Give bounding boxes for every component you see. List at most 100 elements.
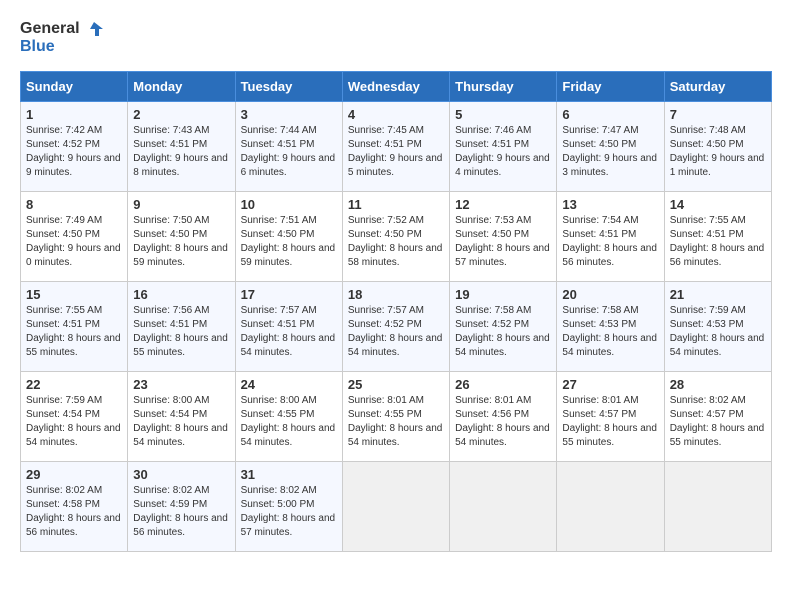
- cell-info: Sunrise: 7:59 AM Sunset: 4:53 PM Dayligh…: [670, 304, 766, 360]
- cell-info: Sunrise: 7:53 AM Sunset: 4:50 PM Dayligh…: [455, 214, 551, 270]
- cell-info: Sunrise: 7:54 AM Sunset: 4:51 PM Dayligh…: [562, 214, 658, 270]
- day-number: 28: [670, 377, 766, 392]
- weekday-header: Tuesday: [235, 72, 342, 102]
- calendar-week-row: 15 Sunrise: 7:55 AM Sunset: 4:51 PM Dayl…: [21, 282, 772, 372]
- calendar-cell: 11 Sunrise: 7:52 AM Sunset: 4:50 PM Dayl…: [342, 192, 449, 282]
- cell-info: Sunrise: 7:58 AM Sunset: 4:53 PM Dayligh…: [562, 304, 658, 360]
- calendar-cell: 8 Sunrise: 7:49 AM Sunset: 4:50 PM Dayli…: [21, 192, 128, 282]
- cell-info: Sunrise: 8:02 AM Sunset: 4:58 PM Dayligh…: [26, 484, 122, 540]
- cell-info: Sunrise: 8:02 AM Sunset: 4:59 PM Dayligh…: [133, 484, 229, 540]
- cell-info: Sunrise: 8:01 AM Sunset: 4:55 PM Dayligh…: [348, 394, 444, 450]
- calendar-cell: 25 Sunrise: 8:01 AM Sunset: 4:55 PM Dayl…: [342, 372, 449, 462]
- day-number: 19: [455, 287, 551, 302]
- calendar-cell: 1 Sunrise: 7:42 AM Sunset: 4:52 PM Dayli…: [21, 102, 128, 192]
- cell-info: Sunrise: 8:02 AM Sunset: 4:57 PM Dayligh…: [670, 394, 766, 450]
- weekday-header: Sunday: [21, 72, 128, 102]
- day-number: 17: [241, 287, 337, 302]
- weekday-header: Thursday: [450, 72, 557, 102]
- calendar-cell: 21 Sunrise: 7:59 AM Sunset: 4:53 PM Dayl…: [664, 282, 771, 372]
- calendar-cell: 5 Sunrise: 7:46 AM Sunset: 4:51 PM Dayli…: [450, 102, 557, 192]
- calendar-cell: 18 Sunrise: 7:57 AM Sunset: 4:52 PM Dayl…: [342, 282, 449, 372]
- day-number: 13: [562, 197, 658, 212]
- calendar-cell: [664, 462, 771, 552]
- day-number: 31: [241, 467, 337, 482]
- cell-info: Sunrise: 7:58 AM Sunset: 4:52 PM Dayligh…: [455, 304, 551, 360]
- cell-info: Sunrise: 7:57 AM Sunset: 4:52 PM Dayligh…: [348, 304, 444, 360]
- calendar-week-row: 8 Sunrise: 7:49 AM Sunset: 4:50 PM Dayli…: [21, 192, 772, 282]
- day-number: 8: [26, 197, 122, 212]
- weekday-header-row: SundayMondayTuesdayWednesdayThursdayFrid…: [21, 72, 772, 102]
- weekday-header: Monday: [128, 72, 235, 102]
- cell-info: Sunrise: 7:43 AM Sunset: 4:51 PM Dayligh…: [133, 124, 229, 180]
- day-number: 27: [562, 377, 658, 392]
- cell-info: Sunrise: 7:59 AM Sunset: 4:54 PM Dayligh…: [26, 394, 122, 450]
- calendar-cell: 29 Sunrise: 8:02 AM Sunset: 4:58 PM Dayl…: [21, 462, 128, 552]
- cell-info: Sunrise: 7:46 AM Sunset: 4:51 PM Dayligh…: [455, 124, 551, 180]
- weekday-header: Saturday: [664, 72, 771, 102]
- day-number: 6: [562, 107, 658, 122]
- day-number: 16: [133, 287, 229, 302]
- calendar-cell: 27 Sunrise: 8:01 AM Sunset: 4:57 PM Dayl…: [557, 372, 664, 462]
- cell-info: Sunrise: 7:49 AM Sunset: 4:50 PM Dayligh…: [26, 214, 122, 270]
- cell-info: Sunrise: 7:52 AM Sunset: 4:50 PM Dayligh…: [348, 214, 444, 270]
- calendar-cell: 22 Sunrise: 7:59 AM Sunset: 4:54 PM Dayl…: [21, 372, 128, 462]
- calendar-cell: 14 Sunrise: 7:55 AM Sunset: 4:51 PM Dayl…: [664, 192, 771, 282]
- cell-info: Sunrise: 7:45 AM Sunset: 4:51 PM Dayligh…: [348, 124, 444, 180]
- cell-info: Sunrise: 7:57 AM Sunset: 4:51 PM Dayligh…: [241, 304, 337, 360]
- calendar-cell: 16 Sunrise: 7:56 AM Sunset: 4:51 PM Dayl…: [128, 282, 235, 372]
- day-number: 30: [133, 467, 229, 482]
- day-number: 14: [670, 197, 766, 212]
- calendar-cell: 4 Sunrise: 7:45 AM Sunset: 4:51 PM Dayli…: [342, 102, 449, 192]
- day-number: 24: [241, 377, 337, 392]
- cell-info: Sunrise: 7:55 AM Sunset: 4:51 PM Dayligh…: [26, 304, 122, 360]
- logo-text-block: General Blue: [20, 20, 103, 55]
- logo-bird-icon: [85, 21, 103, 37]
- calendar-cell: 7 Sunrise: 7:48 AM Sunset: 4:50 PM Dayli…: [664, 102, 771, 192]
- calendar-week-row: 1 Sunrise: 7:42 AM Sunset: 4:52 PM Dayli…: [21, 102, 772, 192]
- day-number: 9: [133, 197, 229, 212]
- calendar-cell: 24 Sunrise: 8:00 AM Sunset: 4:55 PM Dayl…: [235, 372, 342, 462]
- calendar-cell: 30 Sunrise: 8:02 AM Sunset: 4:59 PM Dayl…: [128, 462, 235, 552]
- day-number: 5: [455, 107, 551, 122]
- calendar-cell: [557, 462, 664, 552]
- cell-info: Sunrise: 7:50 AM Sunset: 4:50 PM Dayligh…: [133, 214, 229, 270]
- day-number: 1: [26, 107, 122, 122]
- weekday-header: Friday: [557, 72, 664, 102]
- calendar-cell: 6 Sunrise: 7:47 AM Sunset: 4:50 PM Dayli…: [557, 102, 664, 192]
- calendar-cell: 13 Sunrise: 7:54 AM Sunset: 4:51 PM Dayl…: [557, 192, 664, 282]
- cell-info: Sunrise: 7:47 AM Sunset: 4:50 PM Dayligh…: [562, 124, 658, 180]
- day-number: 22: [26, 377, 122, 392]
- cell-info: Sunrise: 7:48 AM Sunset: 4:50 PM Dayligh…: [670, 124, 766, 180]
- cell-info: Sunrise: 7:44 AM Sunset: 4:51 PM Dayligh…: [241, 124, 337, 180]
- cell-info: Sunrise: 7:42 AM Sunset: 4:52 PM Dayligh…: [26, 124, 122, 180]
- calendar-cell: 28 Sunrise: 8:02 AM Sunset: 4:57 PM Dayl…: [664, 372, 771, 462]
- cell-info: Sunrise: 7:55 AM Sunset: 4:51 PM Dayligh…: [670, 214, 766, 270]
- day-number: 4: [348, 107, 444, 122]
- cell-info: Sunrise: 8:01 AM Sunset: 4:57 PM Dayligh…: [562, 394, 658, 450]
- day-number: 26: [455, 377, 551, 392]
- page-header: General Blue: [20, 20, 772, 55]
- day-number: 3: [241, 107, 337, 122]
- day-number: 12: [455, 197, 551, 212]
- day-number: 11: [348, 197, 444, 212]
- day-number: 15: [26, 287, 122, 302]
- day-number: 21: [670, 287, 766, 302]
- calendar-cell: 31 Sunrise: 8:02 AM Sunset: 5:00 PM Dayl…: [235, 462, 342, 552]
- day-number: 29: [26, 467, 122, 482]
- cell-info: Sunrise: 8:02 AM Sunset: 5:00 PM Dayligh…: [241, 484, 337, 540]
- calendar-cell: [342, 462, 449, 552]
- day-number: 20: [562, 287, 658, 302]
- calendar-table: SundayMondayTuesdayWednesdayThursdayFrid…: [20, 71, 772, 552]
- cell-info: Sunrise: 8:00 AM Sunset: 4:54 PM Dayligh…: [133, 394, 229, 450]
- calendar-cell: 2 Sunrise: 7:43 AM Sunset: 4:51 PM Dayli…: [128, 102, 235, 192]
- day-number: 2: [133, 107, 229, 122]
- calendar-cell: 9 Sunrise: 7:50 AM Sunset: 4:50 PM Dayli…: [128, 192, 235, 282]
- day-number: 7: [670, 107, 766, 122]
- calendar-cell: 10 Sunrise: 7:51 AM Sunset: 4:50 PM Dayl…: [235, 192, 342, 282]
- weekday-header: Wednesday: [342, 72, 449, 102]
- calendar-cell: 3 Sunrise: 7:44 AM Sunset: 4:51 PM Dayli…: [235, 102, 342, 192]
- calendar-cell: 20 Sunrise: 7:58 AM Sunset: 4:53 PM Dayl…: [557, 282, 664, 372]
- day-number: 18: [348, 287, 444, 302]
- cell-info: Sunrise: 7:56 AM Sunset: 4:51 PM Dayligh…: [133, 304, 229, 360]
- calendar-cell: 15 Sunrise: 7:55 AM Sunset: 4:51 PM Dayl…: [21, 282, 128, 372]
